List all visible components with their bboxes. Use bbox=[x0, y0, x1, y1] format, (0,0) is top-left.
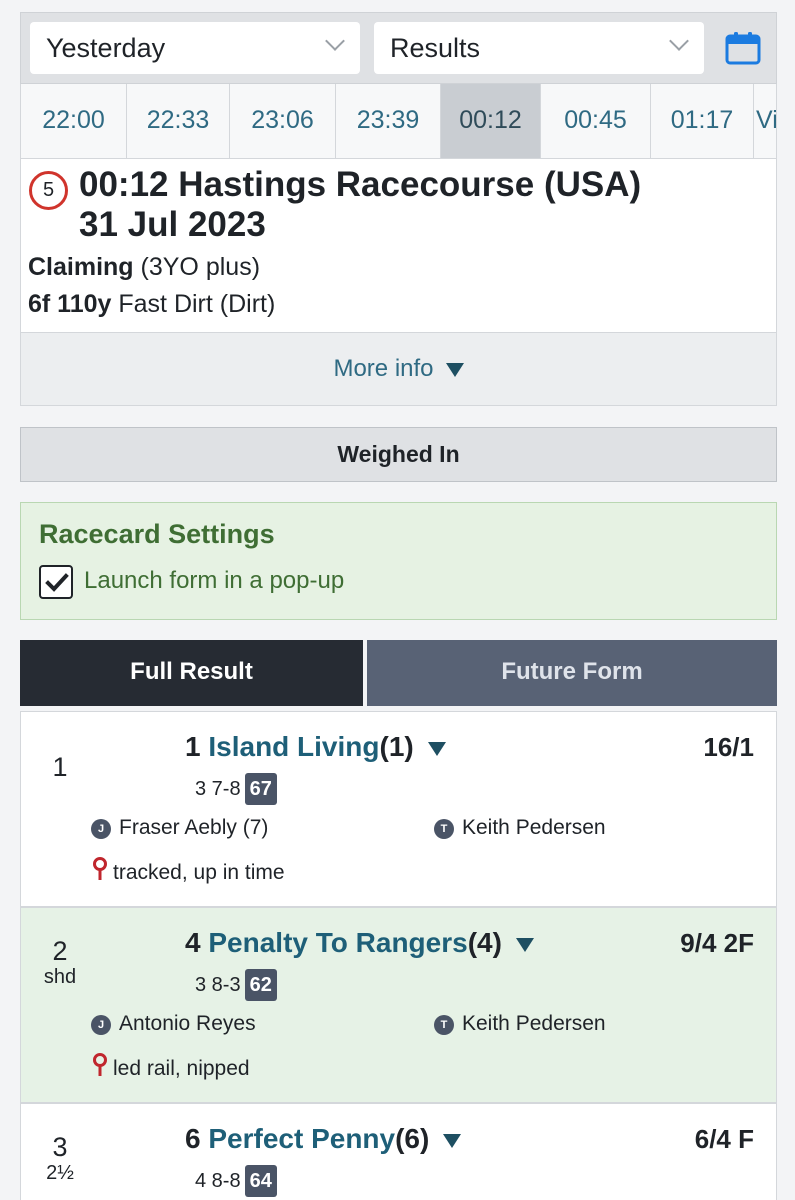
chevron-down-icon bbox=[669, 31, 689, 51]
launch-popup-checkbox[interactable] bbox=[39, 565, 73, 599]
beaten-distance: shd bbox=[43, 966, 77, 988]
time-tab[interactable]: 00:45 bbox=[541, 84, 651, 158]
race-type: Claiming bbox=[28, 253, 134, 281]
race-distance-surface: 6f 110y Fast Dirt (Dirt) bbox=[28, 288, 275, 320]
draw-number: (1) bbox=[379, 731, 414, 762]
race-time-tabs: 22:00 22:33 23:06 23:39 00:12 00:45 01:1… bbox=[20, 84, 777, 159]
launch-popup-label: Launch form in a pop-up bbox=[84, 567, 345, 594]
age-weight-text: 4 8-8 bbox=[195, 1170, 241, 1192]
jockey: J Antonio Reyes bbox=[91, 1012, 256, 1036]
race-number-badge: 5 bbox=[29, 171, 68, 210]
age-weight: 3 8-3 62 bbox=[195, 969, 277, 1001]
trainer-badge-icon: T bbox=[434, 819, 454, 839]
finish-position: 3 bbox=[52, 1132, 68, 1162]
age-weight: 4 8-8 64 bbox=[195, 1165, 277, 1197]
official-rating-badge: 62 bbox=[244, 969, 277, 1001]
runner-line: 1 Island Living(1) bbox=[185, 731, 446, 763]
time-tab[interactable]: 23:06 bbox=[230, 84, 336, 158]
race-header: 5 00:12 Hastings Racecourse (USA) 31 Jul… bbox=[20, 159, 777, 332]
trainer: T Keith Pedersen bbox=[434, 1012, 606, 1036]
finish-position: 1 bbox=[52, 752, 68, 782]
time-tab-active[interactable]: 00:12 bbox=[441, 84, 541, 158]
trainer-name[interactable]: Keith Pedersen bbox=[462, 816, 606, 839]
official-rating-badge: 67 bbox=[244, 773, 277, 805]
trainer-name[interactable]: Keith Pedersen bbox=[462, 1012, 606, 1035]
odds: 6/4 F bbox=[694, 1124, 754, 1154]
horse-name-link[interactable]: Penalty To Rangers bbox=[208, 927, 467, 958]
jockey: J Fraser Aebly (7) bbox=[91, 816, 268, 840]
time-tab[interactable]: Vi bbox=[754, 84, 776, 158]
settings-title: Racecard Settings bbox=[39, 519, 275, 549]
saddle-number: 6 bbox=[185, 1123, 201, 1154]
time-tab[interactable]: 22:00 bbox=[21, 84, 127, 158]
time-tab[interactable]: 23:39 bbox=[336, 84, 441, 158]
racecard-settings: Racecard Settings Launch form in a pop-u… bbox=[20, 502, 777, 620]
chevron-down-icon bbox=[325, 31, 345, 51]
results-list: 1 1 Island Living(1) 16/1 3 7-8 67 J Frase… bbox=[20, 711, 777, 1200]
odds: 9/4 2F bbox=[680, 928, 754, 958]
comment-text: led rail, nipped bbox=[113, 1057, 250, 1080]
race-title-line1: 00:12 Hastings Racecourse (USA) bbox=[79, 165, 642, 204]
race-distance: 6f 110y bbox=[28, 290, 112, 318]
trainer-badge-icon: T bbox=[434, 1015, 454, 1035]
runner-line: 4 Penalty To Rangers(4) bbox=[185, 927, 534, 959]
race-class: Claiming (3YO plus) bbox=[28, 251, 260, 283]
saddle-number: 1 bbox=[185, 731, 201, 762]
age-restriction: (3YO plus) bbox=[140, 253, 261, 281]
draw-number: (4) bbox=[467, 927, 502, 958]
race-comment: tracked, up in time bbox=[93, 857, 285, 885]
expand-triangle-icon[interactable] bbox=[443, 1133, 462, 1148]
checkmark-icon bbox=[45, 573, 69, 592]
result-tabs: Full Result Future Form bbox=[20, 640, 777, 706]
calendar-icon[interactable] bbox=[725, 31, 761, 65]
time-tab[interactable]: 22:33 bbox=[127, 84, 230, 158]
race-status: Weighed In bbox=[337, 441, 460, 467]
map-pin-icon bbox=[93, 1053, 107, 1076]
jockey-badge-icon: J bbox=[91, 819, 111, 839]
beaten-distance: 2½ bbox=[46, 1162, 74, 1184]
comment-text: tracked, up in time bbox=[113, 861, 285, 884]
saddle-number: 4 bbox=[185, 927, 201, 958]
age-weight-text: 3 8-3 bbox=[195, 974, 241, 996]
expand-triangle-icon[interactable] bbox=[515, 937, 534, 952]
race-comment: led rail, nipped bbox=[93, 1053, 250, 1081]
race-title: 00:12 Hastings Racecourse (USA) 31 Jul 2… bbox=[79, 165, 641, 245]
day-select-value: Yesterday bbox=[46, 33, 166, 63]
jockey-name[interactable]: Fraser Aebly (7) bbox=[119, 816, 268, 839]
triangle-down-icon bbox=[445, 362, 464, 377]
race-surface: Fast Dirt (Dirt) bbox=[118, 290, 276, 318]
race-status-banner: Weighed In bbox=[20, 427, 777, 482]
map-pin-icon bbox=[93, 857, 107, 880]
more-info-label: More info bbox=[333, 355, 434, 382]
age-weight-text: 3 7-8 bbox=[195, 778, 241, 800]
age-weight: 3 7-8 67 bbox=[195, 773, 277, 805]
result-row: 2 shd 4 Penalty To Rangers(4) 9/4 2F 3 8… bbox=[20, 907, 777, 1103]
jockey-name[interactable]: Antonio Reyes bbox=[119, 1012, 256, 1035]
expand-triangle-icon[interactable] bbox=[427, 741, 446, 756]
odds: 16/1 bbox=[703, 732, 754, 762]
view-select[interactable]: Results bbox=[374, 22, 704, 74]
tab-full-result[interactable]: Full Result bbox=[20, 640, 363, 706]
view-select-value: Results bbox=[390, 33, 481, 63]
finish-position: 2 bbox=[52, 936, 68, 966]
more-info-button[interactable]: More info bbox=[20, 332, 777, 406]
result-row: 1 1 Island Living(1) 16/1 3 7-8 67 J Frase… bbox=[20, 711, 777, 907]
race-date: 31 Jul 2023 bbox=[79, 205, 266, 244]
tab-future-form[interactable]: Future Form bbox=[367, 640, 777, 706]
horse-name-link[interactable]: Perfect Penny bbox=[208, 1123, 395, 1154]
trainer: T Keith Pedersen bbox=[434, 816, 606, 840]
filter-bar: Yesterday Results bbox=[20, 12, 777, 84]
draw-number: (6) bbox=[395, 1123, 430, 1154]
horse-name-link[interactable]: Island Living bbox=[208, 731, 379, 762]
result-row: 3 2½ 6 Perfect Penny(6) 6/4 F 4 8-8 64 bbox=[20, 1103, 777, 1200]
runner-line: 6 Perfect Penny(6) bbox=[185, 1123, 462, 1155]
day-select[interactable]: Yesterday bbox=[30, 22, 360, 74]
time-tab[interactable]: 01:17 bbox=[651, 84, 754, 158]
jockey-badge-icon: J bbox=[91, 1015, 111, 1035]
official-rating-badge: 64 bbox=[244, 1165, 277, 1197]
